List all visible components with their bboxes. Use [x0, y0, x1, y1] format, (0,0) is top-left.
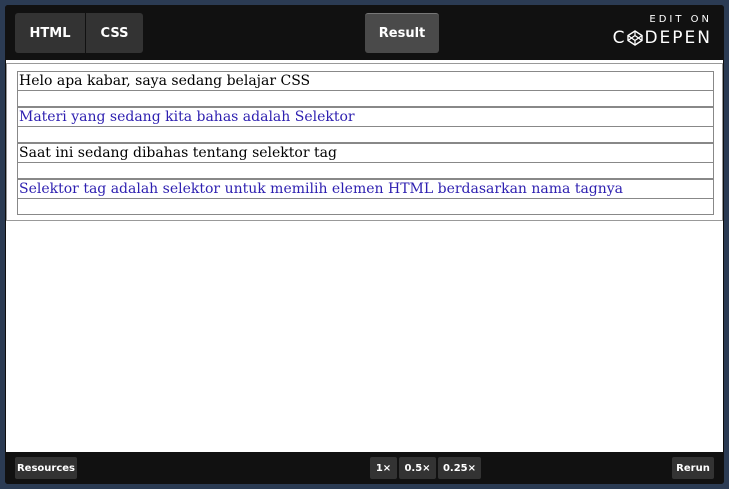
logo-text-depen: DEPEN [644, 28, 712, 48]
paragraph-3-margin [17, 163, 714, 179]
edit-on-label: EDIT ON [649, 14, 712, 25]
tab-css[interactable]: CSS [86, 13, 143, 53]
tab-html[interactable]: HTML [15, 13, 85, 53]
codepen-cube-icon [627, 30, 644, 46]
edit-on-codepen-link[interactable]: EDIT ON C DEPEN [613, 14, 712, 48]
paragraph-4: Selektor tag adalah selektor untuk memil… [17, 179, 714, 199]
paragraph-4-margin [17, 199, 714, 215]
logo-text-c: C [612, 28, 627, 48]
resources-button[interactable]: Resources [15, 457, 77, 479]
paragraph-2-margin [17, 127, 714, 143]
paragraph-2: Materi yang sedang kita bahas adalah Sel… [17, 107, 714, 127]
rerun-button[interactable]: Rerun [672, 457, 714, 479]
codepen-embed: HTML CSS Result EDIT ON C DEPEN Helo apa… [5, 5, 724, 484]
embed-footer: Resources 1× 0.5× 0.25× Rerun [5, 452, 724, 484]
codepen-logo: C DEPEN [613, 28, 712, 48]
zoom-0-25x-button[interactable]: 0.25× [438, 457, 481, 479]
result-container: Helo apa kabar, saya sedang belajar CSS … [6, 63, 723, 221]
embed-header: HTML CSS Result EDIT ON C DEPEN [5, 5, 724, 60]
result-pane: Helo apa kabar, saya sedang belajar CSS … [6, 60, 723, 452]
paragraph-1: Helo apa kabar, saya sedang belajar CSS [17, 71, 714, 91]
tab-result[interactable]: Result [365, 13, 439, 53]
zoom-0-5x-button[interactable]: 0.5× [399, 457, 436, 479]
paragraph-1-margin [17, 91, 714, 107]
zoom-1x-button[interactable]: 1× [370, 457, 397, 479]
paragraph-3: Saat ini sedang dibahas tentang selektor… [17, 143, 714, 163]
